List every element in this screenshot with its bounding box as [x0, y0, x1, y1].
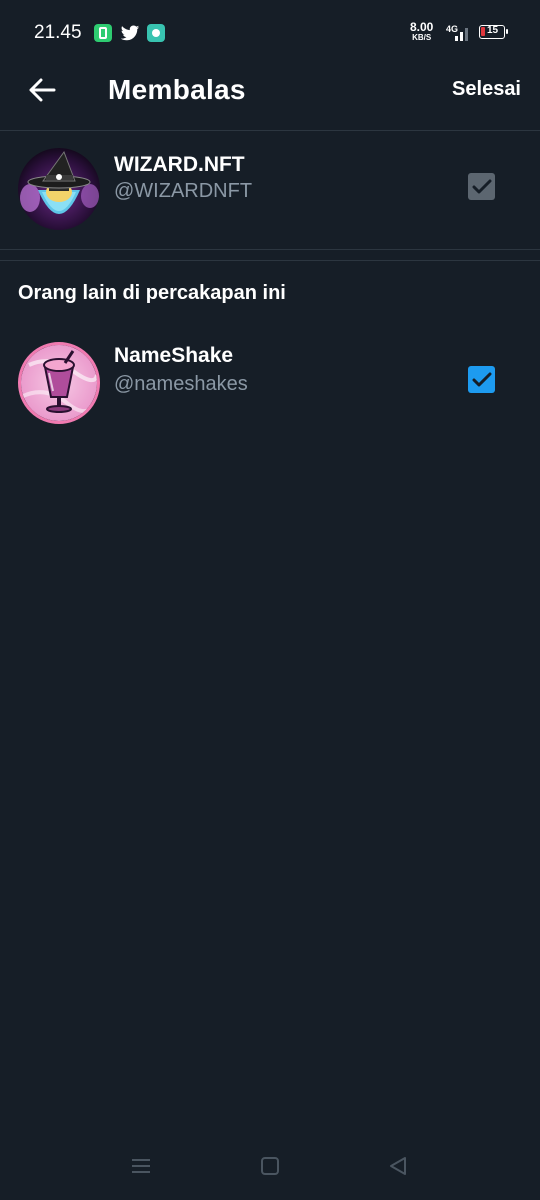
back-nav-button[interactable]: [378, 1146, 418, 1186]
network-speed-unit: KB/S: [412, 33, 432, 42]
teal-app-icon: [147, 24, 165, 42]
section-divider: [0, 249, 540, 261]
primary-user-row[interactable]: WIZARD.NFT @WIZARDNFT: [0, 138, 540, 238]
system-nav-bar: [0, 1134, 540, 1200]
other-user-handle: @nameshakes: [114, 373, 248, 395]
other-user-checkbox[interactable]: [468, 366, 495, 393]
status-bar: 21.45 8.00 KB/S 4G 15: [0, 0, 540, 64]
status-time: 21.45: [34, 22, 82, 43]
reply-selection-screen: 21.45 8.00 KB/S 4G 15 Membalas Selesai W…: [0, 0, 540, 1200]
done-button[interactable]: Selesai: [452, 78, 521, 101]
others-section-title: Orang lain di percakapan ini: [18, 282, 286, 304]
twitter-icon: [120, 23, 140, 43]
primary-user-checkbox: [468, 173, 495, 200]
home-button[interactable]: [250, 1146, 290, 1186]
primary-user-handle: @WIZARDNFT: [114, 180, 253, 202]
signal-icon: 4G: [446, 24, 472, 42]
network-speed-value: 8.00: [410, 20, 434, 34]
checkmark-icon: [472, 372, 491, 386]
triangle-back-icon: [390, 1157, 406, 1175]
list-item[interactable]: NameShake @nameshakes: [0, 332, 540, 432]
square-icon: [261, 1157, 279, 1175]
recents-button[interactable]: [121, 1146, 161, 1186]
menu-icon: [132, 1159, 150, 1173]
primary-user-name: WIZARD.NFT: [114, 153, 245, 176]
network-speed: 8.00 KB/S: [410, 21, 433, 42]
wizard-avatar: [18, 148, 100, 230]
back-button[interactable]: [26, 74, 58, 106]
battery-icon: 15: [479, 25, 508, 39]
arrow-left-icon: [29, 78, 56, 102]
app-bar: Membalas Selesai: [0, 64, 540, 131]
checkmark-icon: [472, 179, 491, 193]
battery-level: 15: [487, 25, 499, 36]
nameshake-avatar: [18, 342, 100, 424]
page-title: Membalas: [108, 74, 246, 105]
other-user-name: NameShake: [114, 344, 234, 367]
phone-app-icon: [94, 24, 112, 42]
